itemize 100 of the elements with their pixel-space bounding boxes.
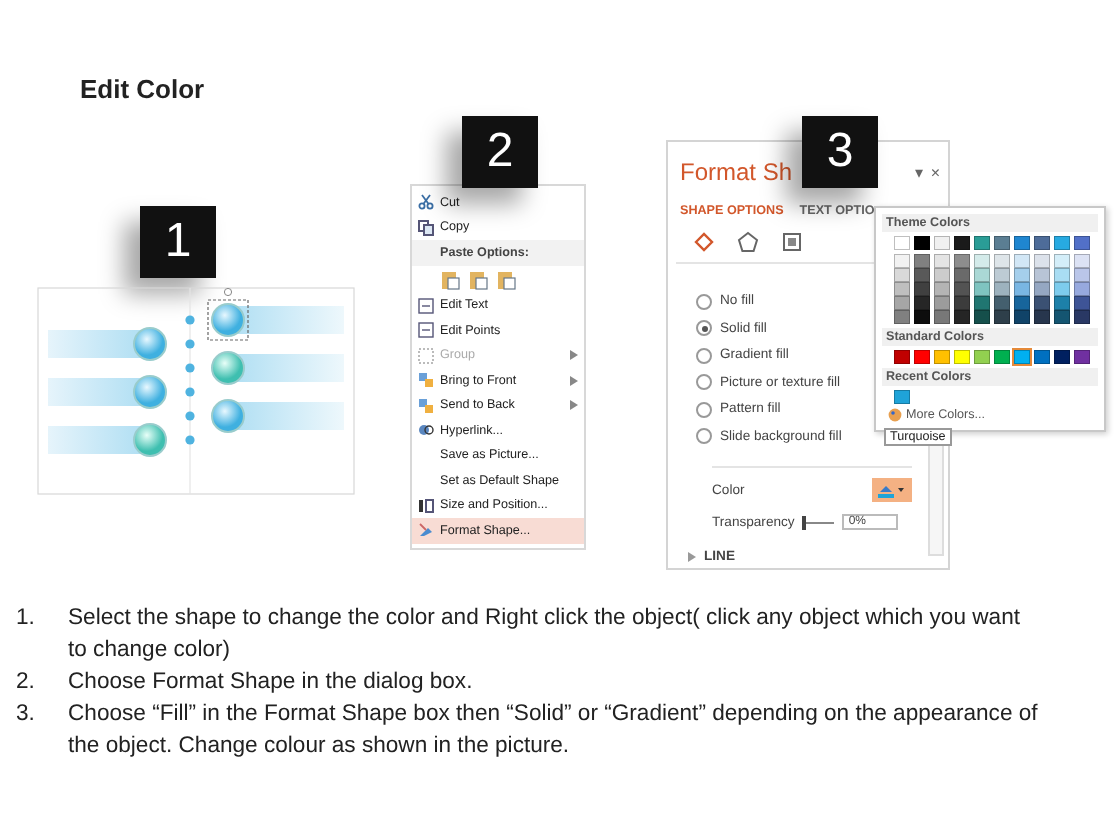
color-swatch[interactable]	[974, 268, 990, 282]
radio-button[interactable]	[696, 293, 712, 310]
color-swatch[interactable]	[894, 254, 910, 268]
color-swatch[interactable]	[1054, 350, 1070, 364]
palette-icon	[888, 408, 902, 422]
color-swatch[interactable]	[1034, 254, 1050, 268]
color-swatch[interactable]	[974, 282, 990, 296]
color-swatch[interactable]	[1034, 282, 1050, 296]
color-swatch[interactable]	[1074, 236, 1090, 250]
color-swatch[interactable]	[1054, 310, 1070, 324]
color-swatch[interactable]	[954, 350, 970, 364]
radio-button[interactable]	[696, 401, 712, 418]
color-swatch[interactable]	[914, 282, 930, 296]
color-swatch[interactable]	[1034, 350, 1050, 364]
close-button[interactable]: ×	[930, 163, 940, 181]
color-swatch[interactable]	[1014, 296, 1030, 310]
color-swatch[interactable]	[1054, 296, 1070, 310]
color-swatch[interactable]	[934, 268, 950, 282]
color-swatch[interactable]	[1054, 254, 1070, 268]
size-icon	[418, 497, 434, 514]
color-swatch[interactable]	[1074, 310, 1090, 324]
color-swatch[interactable]	[1014, 254, 1030, 268]
color-swatch[interactable]	[1014, 350, 1030, 364]
scissors-icon	[418, 194, 434, 211]
color-swatch[interactable]	[914, 350, 930, 364]
color-swatch[interactable]	[974, 350, 990, 364]
color-swatch[interactable]	[954, 296, 970, 310]
pane-options-button[interactable]: ▾	[914, 163, 923, 181]
color-swatch[interactable]	[1034, 268, 1050, 282]
step-number: 1.	[16, 604, 37, 634]
expand-arrow-icon[interactable]	[688, 552, 696, 562]
color-swatch[interactable]	[1014, 236, 1030, 250]
group-icon	[418, 347, 434, 364]
submenu-arrow-icon	[570, 375, 578, 386]
color-swatch[interactable]	[1074, 282, 1090, 296]
front-icon	[418, 372, 434, 389]
color-swatch[interactable]	[914, 254, 930, 268]
color-swatch[interactable]	[934, 236, 950, 250]
instruction-text: Choose Format Shape in the dialog box.	[68, 668, 473, 698]
radio-button[interactable]	[696, 347, 712, 364]
color-swatch[interactable]	[1034, 310, 1050, 324]
size-layout-icon[interactable]	[780, 230, 804, 254]
color-swatch[interactable]	[914, 310, 930, 324]
color-swatch[interactable]	[954, 268, 970, 282]
color-swatch[interactable]	[1014, 268, 1030, 282]
submenu-arrow-icon	[570, 400, 578, 411]
color-swatch[interactable]	[934, 350, 950, 364]
color-swatch[interactable]	[894, 268, 910, 282]
color-swatch[interactable]	[954, 254, 970, 268]
radio-button[interactable]	[696, 374, 712, 391]
color-swatch[interactable]	[954, 236, 970, 250]
color-swatch[interactable]	[914, 296, 930, 310]
color-swatch[interactable]	[994, 236, 1010, 250]
radio-button[interactable]	[696, 428, 712, 445]
color-swatch[interactable]	[974, 236, 990, 250]
color-swatch[interactable]	[934, 310, 950, 324]
step-number-badge: 1	[140, 206, 216, 278]
color-swatch[interactable]	[974, 310, 990, 324]
color-swatch[interactable]	[894, 236, 910, 250]
color-swatch[interactable]	[954, 310, 970, 324]
color-swatch[interactable]	[894, 350, 910, 364]
radio-button[interactable]	[696, 320, 712, 337]
color-swatch[interactable]	[994, 296, 1010, 310]
color-swatch[interactable]	[1014, 310, 1030, 324]
color-swatch[interactable]	[1074, 296, 1090, 310]
color-swatch[interactable]	[1054, 236, 1070, 250]
color-swatch[interactable]	[974, 254, 990, 268]
color-swatch[interactable]	[894, 282, 910, 296]
color-swatch[interactable]	[994, 310, 1010, 324]
color-swatch[interactable]	[1074, 254, 1090, 268]
color-swatch[interactable]	[934, 254, 950, 268]
color-swatch[interactable]	[954, 282, 970, 296]
step-number: 2.	[16, 668, 37, 698]
color-swatch[interactable]	[1034, 296, 1050, 310]
color-swatch[interactable]	[894, 296, 910, 310]
color-swatch[interactable]	[1054, 282, 1070, 296]
link-icon	[418, 422, 434, 439]
color-swatch[interactable]	[894, 310, 910, 324]
color-swatch[interactable]	[1034, 236, 1050, 250]
instruction-text: Select the shape to change the color and Right click the object( click any object which you want to change color)	[68, 604, 1022, 666]
slide-title: Edit Color	[78, 72, 207, 108]
pane-title: Format Sh	[680, 158, 795, 186]
color-swatch[interactable]	[994, 254, 1010, 268]
fill-color-button[interactable]	[872, 478, 912, 502]
color-swatch[interactable]	[994, 268, 1010, 282]
color-swatch[interactable]	[934, 296, 950, 310]
step-number-badge: 2	[462, 116, 538, 188]
color-swatch[interactable]	[1054, 268, 1070, 282]
color-swatch[interactable]	[1074, 350, 1090, 364]
color-swatch[interactable]	[894, 390, 910, 404]
color-swatch[interactable]	[1074, 268, 1090, 282]
color-swatch[interactable]	[1014, 282, 1030, 296]
color-swatch[interactable]	[994, 350, 1010, 364]
color-swatch[interactable]	[914, 268, 930, 282]
color-swatch[interactable]	[974, 296, 990, 310]
pentagon-icon[interactable]	[736, 230, 760, 254]
color-swatch[interactable]	[914, 236, 930, 250]
color-swatch[interactable]	[934, 282, 950, 296]
step-number-badge: 3	[802, 116, 878, 188]
color-swatch[interactable]	[994, 282, 1010, 296]
